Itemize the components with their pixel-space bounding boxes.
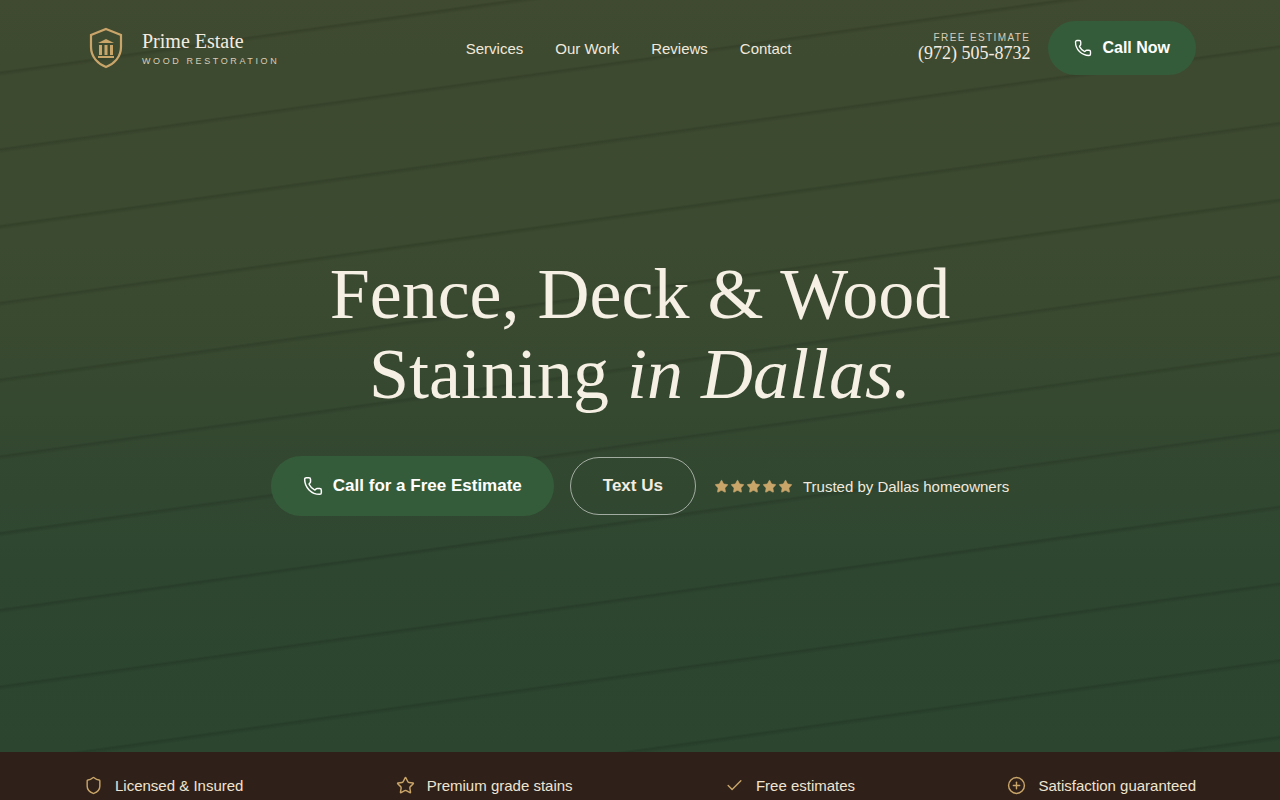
nav-link[interactable]: Services	[466, 40, 524, 57]
feature: Premium grade stains	[396, 776, 573, 795]
title-italic: in Dallas.	[627, 334, 911, 414]
call-now-button[interactable]: Call Now	[1048, 21, 1196, 75]
feature-label: Free estimates	[756, 777, 855, 794]
nav-link[interactable]: Reviews	[651, 40, 708, 57]
feature-label: Licensed & Insured	[115, 777, 243, 794]
title-line: Staining in Dallas.	[330, 334, 951, 414]
header-right: FREE ESTIMATE(972) 505-8732 Call Now	[918, 21, 1196, 75]
brand[interactable]: Prime Estate WOOD RESTORATION	[88, 27, 279, 69]
hero-body: Fence, Deck & WoodStaining in Dallas. Cal…	[0, 96, 1280, 516]
nav-link[interactable]: Our Work	[555, 40, 619, 57]
rating-text: Trusted by Dallas homeowners	[803, 478, 1009, 495]
shield-icon	[84, 776, 103, 795]
hero: Prime Estate WOOD RESTORATION Services Our …	[0, 0, 1280, 752]
brand-tagline: WOOD RESTORATION	[142, 56, 279, 66]
shield-logo-icon	[88, 27, 124, 69]
hero-title: Fence, Deck & WoodStaining in Dallas.	[330, 254, 951, 414]
star-icon	[730, 479, 745, 494]
header: Prime Estate WOOD RESTORATION Services Our …	[0, 0, 1280, 96]
phone-icon	[303, 476, 323, 496]
feature-label: Premium grade stains	[427, 777, 573, 794]
contact-label: FREE ESTIMATE	[934, 32, 1031, 43]
feature-label: Satisfaction guaranteed	[1038, 777, 1196, 794]
star-icon	[762, 479, 777, 494]
estimate-button[interactable]: Call for a Free Estimate	[271, 456, 554, 516]
feature: Licensed & Insured	[84, 776, 243, 795]
title-line: Fence, Deck & Wood	[330, 254, 951, 334]
feature: Free estimates	[725, 776, 855, 795]
nav: Services Our Work Reviews Contact	[466, 40, 792, 57]
brand-text: Prime Estate WOOD RESTORATION	[142, 30, 279, 66]
stars	[714, 479, 793, 494]
brand-name: Prime Estate	[142, 30, 279, 52]
plus-circle-icon	[1007, 776, 1026, 795]
contact-block: FREE ESTIMATE(972) 505-8732	[918, 32, 1030, 64]
features-strip: Licensed & Insured Premium grade stains Fr…	[0, 752, 1280, 800]
contact-phone[interactable]: (972) 505-8732	[918, 43, 1030, 64]
star-icon	[714, 479, 729, 494]
star-icon	[746, 479, 761, 494]
cta-row: Call for a Free Estimate Text Us Trusted b…	[271, 456, 1009, 516]
nav-link[interactable]: Contact	[740, 40, 792, 57]
feature: Satisfaction guaranteed	[1007, 776, 1196, 795]
star-icon	[778, 479, 793, 494]
rating: Trusted by Dallas homeowners	[714, 478, 1009, 495]
phone-icon	[1074, 39, 1092, 57]
page: Prime Estate WOOD RESTORATION Services Our …	[0, 0, 1280, 800]
check-icon	[725, 776, 744, 795]
star-icon	[396, 776, 415, 795]
text-us-button[interactable]: Text Us	[570, 457, 696, 515]
